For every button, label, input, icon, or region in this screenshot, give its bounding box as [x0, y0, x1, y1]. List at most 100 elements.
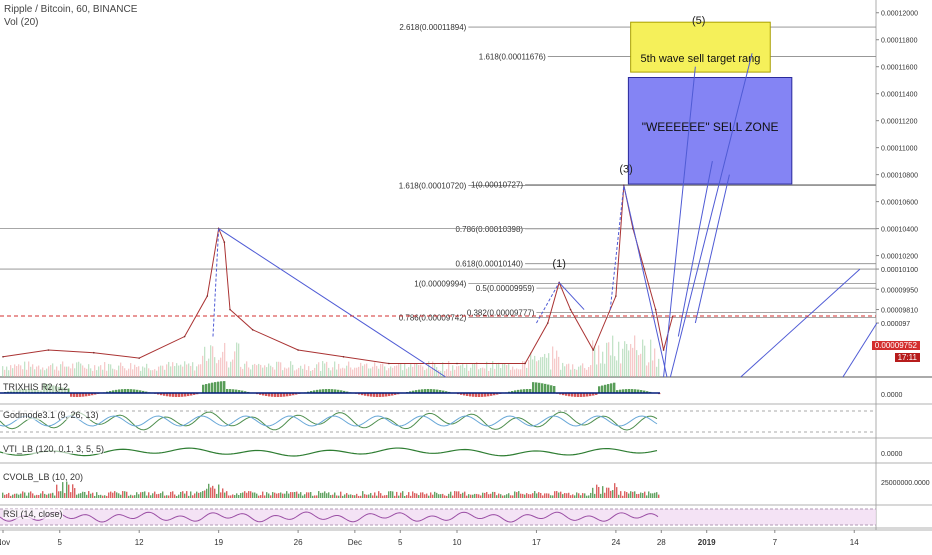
cvol-bar — [146, 496, 147, 498]
volume-bar — [476, 362, 477, 377]
volume-bar — [652, 361, 653, 377]
cvol-bar — [568, 493, 569, 498]
wave-label: (3) — [619, 164, 632, 176]
volume-bar — [114, 369, 115, 377]
volume-bar — [414, 363, 415, 377]
volume-bar — [220, 358, 221, 377]
volume-bar — [32, 364, 33, 377]
volume-bar — [146, 364, 147, 377]
volume-bar — [102, 370, 103, 377]
chart-root[interactable]: 0.000120000.000118000.000116000.00011400… — [0, 0, 932, 550]
chart-canvas[interactable]: 0.000120000.000118000.000116000.00011400… — [0, 0, 932, 550]
volume-bar — [188, 363, 189, 377]
volume-bar — [436, 367, 437, 377]
cvol-bar — [388, 491, 389, 498]
volume-bar — [286, 369, 287, 377]
volume-bar — [144, 368, 145, 377]
volume-bar — [142, 366, 143, 377]
cvol-bar — [546, 493, 547, 498]
volume-bar — [52, 363, 53, 377]
volume-bar — [278, 362, 279, 377]
volume-bar — [260, 365, 261, 377]
cvol-bar — [590, 493, 591, 498]
cvol-bar — [36, 495, 37, 498]
volume-bar — [612, 336, 613, 377]
volume-bar — [250, 369, 251, 377]
cvol-bar — [80, 493, 81, 498]
cvol-bar — [110, 492, 111, 498]
x-tick-label: 26 — [294, 538, 303, 547]
volume-bar — [338, 364, 339, 377]
volume-bar — [140, 371, 141, 377]
cvol-bar — [552, 495, 553, 498]
cvol-bar — [464, 492, 465, 498]
cvol-bar — [262, 492, 263, 498]
cvol-bar — [328, 492, 329, 498]
cvol-bar — [542, 495, 543, 498]
cvol-bar — [12, 495, 13, 498]
price-point — [592, 349, 594, 351]
cvol-bar — [182, 491, 183, 498]
cvol-bar — [50, 493, 51, 498]
volume-bar — [624, 341, 625, 377]
cvol-bar — [122, 491, 123, 498]
volume-bar — [72, 364, 73, 377]
cvol-bar — [6, 494, 7, 498]
cvol-bar — [168, 495, 169, 498]
volume-bar — [48, 366, 49, 377]
fib-level-label: 0.786(0.00010398) — [455, 225, 523, 234]
volume-bar — [384, 366, 385, 377]
cvol-bar — [340, 492, 341, 498]
volume-bar — [480, 368, 481, 377]
cvol-bar — [368, 495, 369, 498]
price-point — [297, 349, 299, 351]
volume-bar — [464, 368, 465, 377]
volume-bar — [328, 368, 329, 377]
cvol-bar — [108, 493, 109, 498]
cvol-bar — [96, 492, 97, 498]
cvol-bar — [654, 493, 655, 498]
volume-bar — [590, 365, 591, 377]
volume-bar — [358, 367, 359, 377]
price-point — [524, 363, 526, 365]
volume-bar — [452, 365, 453, 377]
trix-bar — [214, 382, 216, 393]
cvol-bar — [444, 495, 445, 498]
cvol-bar — [638, 494, 639, 498]
volume-bar — [172, 362, 173, 377]
price-point — [184, 336, 186, 338]
cvol-bar — [652, 493, 653, 498]
cvol-bar — [304, 494, 305, 498]
volume-bar — [364, 364, 365, 377]
cvol-bar — [452, 496, 453, 498]
volume-bar — [634, 335, 635, 377]
volume-bar — [88, 364, 89, 377]
y-tick-label: 0.00011800 — [881, 38, 918, 45]
volume-bar — [390, 366, 391, 377]
volume-bar — [12, 368, 13, 377]
volume-bar — [424, 370, 425, 377]
cvol-bar — [220, 492, 221, 498]
cvol-bar — [390, 491, 391, 498]
cvol-bar — [230, 495, 231, 498]
cvol-bar — [98, 495, 99, 498]
cvol-bar — [254, 493, 255, 498]
volume-bar — [366, 364, 367, 377]
y-tick-label: 0.00011200 — [881, 119, 918, 126]
volume-bar — [100, 365, 101, 377]
cvol-bar — [106, 496, 107, 498]
cvol-bar — [90, 494, 91, 498]
volume-bar — [318, 362, 319, 377]
volume-bar — [400, 364, 401, 377]
volume-bar — [284, 368, 285, 377]
x-tick-label: 12 — [135, 538, 144, 547]
cvol-bar — [496, 495, 497, 498]
fib-level-label: 0.618(0.00010140) — [455, 260, 523, 269]
cvol-bar — [16, 494, 17, 498]
cvol-bar — [616, 487, 617, 498]
volume-bar — [214, 357, 215, 377]
volume-bar — [512, 367, 513, 377]
volume-bar — [96, 370, 97, 377]
volume-bar — [566, 364, 567, 377]
cvol-bar — [84, 492, 85, 498]
